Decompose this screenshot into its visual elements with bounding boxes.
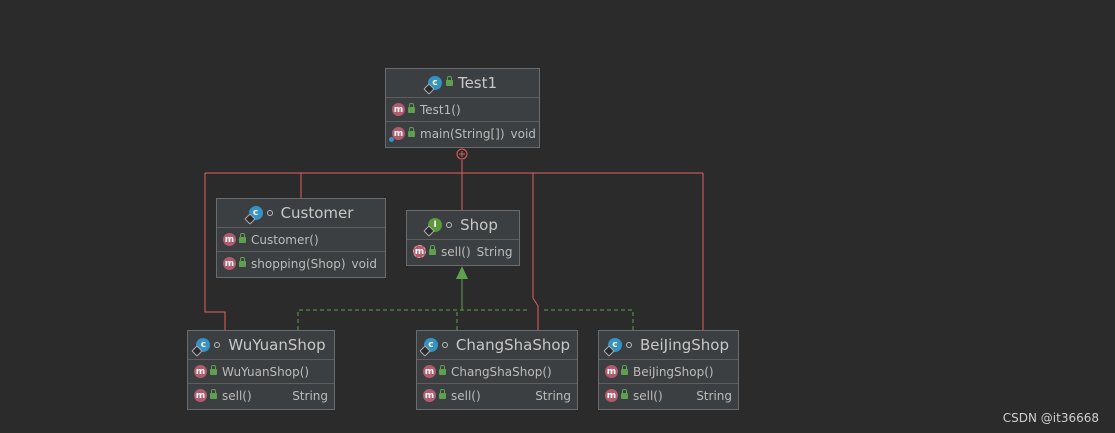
member-row[interactable]: m Test1() xyxy=(386,98,539,122)
public-lock-icon xyxy=(210,364,217,375)
package-visibility-icon xyxy=(441,342,448,348)
class-header-beijingshop: c BeiJingShop xyxy=(599,331,738,360)
public-lock-icon xyxy=(439,388,446,399)
class-box-customer[interactable]: c Customer m Customer() m shopping(Shop)… xyxy=(216,198,386,278)
method-icon: m xyxy=(605,365,618,378)
class-box-changshashop[interactable]: c ChangShaShop m ChangShaShop() m sell()… xyxy=(416,330,578,410)
nested-line-changshashop xyxy=(532,173,539,330)
public-lock-icon xyxy=(408,102,415,113)
public-lock-icon xyxy=(621,364,628,375)
member-type: void xyxy=(351,256,377,271)
implements-lines xyxy=(297,309,634,330)
class-icon: c xyxy=(603,338,622,357)
public-lock-icon xyxy=(429,244,436,255)
member-row[interactable]: m sell() String xyxy=(599,384,738,407)
implements-line-wuyuanshop xyxy=(297,309,457,330)
member-row[interactable]: m ChangShaShop() xyxy=(417,360,577,384)
class-icon: c xyxy=(191,338,211,357)
member-type: String xyxy=(535,388,571,403)
public-lock-icon xyxy=(445,76,453,86)
member-name: Test1() xyxy=(420,102,461,117)
class-header-wuyuanshop: c WuYuanShop xyxy=(188,331,334,360)
method-icon: m xyxy=(423,389,436,402)
class-header-changshashop: c ChangShaShop xyxy=(417,331,577,360)
class-icon: c xyxy=(243,206,263,225)
member-row[interactable]: m main(String[]) void xyxy=(386,122,539,145)
public-lock-icon xyxy=(439,364,446,375)
method-icon: m xyxy=(605,389,618,402)
abstract-method-icon: m xyxy=(413,245,426,258)
member-name: sell() xyxy=(222,388,252,403)
member-row[interactable]: m BeiJingShop() xyxy=(599,360,738,384)
method-icon: m xyxy=(223,233,236,246)
member-type: void xyxy=(510,126,536,141)
member-name: main(String[]) xyxy=(420,126,505,141)
class-box-test1[interactable]: c Test1 m Test1() m main(String[]) void xyxy=(385,68,540,148)
method-icon: m xyxy=(194,365,207,378)
public-lock-icon xyxy=(210,388,217,399)
class-name-test1: Test1 xyxy=(457,74,498,92)
class-header-customer: c Customer xyxy=(217,199,385,228)
member-name: sell() xyxy=(441,244,471,259)
method-icon: m xyxy=(223,257,236,270)
method-icon: m xyxy=(194,389,207,402)
method-icon: m xyxy=(423,365,436,378)
static-method-icon: m xyxy=(389,127,405,142)
class-name-customer: Customer xyxy=(280,204,354,222)
package-visibility-icon xyxy=(214,342,221,348)
class-icon: c xyxy=(423,76,442,95)
member-name: shopping(Shop) xyxy=(251,256,346,271)
class-header-shop: I Shop xyxy=(407,211,519,240)
member-type: String xyxy=(696,388,732,403)
member-type: String xyxy=(292,388,328,403)
interface-icon: I xyxy=(423,218,443,237)
class-box-beijingshop[interactable]: c BeiJingShop m BeiJingShop() m sell() S… xyxy=(598,330,739,410)
implements-line-beijingshop xyxy=(457,309,634,330)
member-name: sell() xyxy=(451,388,481,403)
class-name-beijingshop: BeiJingShop xyxy=(639,336,730,354)
package-visibility-icon xyxy=(625,342,632,348)
member-name: sell() xyxy=(633,388,663,403)
member-row[interactable]: m sell() String xyxy=(407,240,519,263)
class-box-wuyuanshop[interactable]: c WuYuanShop m WuYuanShop() m sell() Str… xyxy=(187,330,335,410)
member-type: String xyxy=(476,244,513,259)
public-lock-icon xyxy=(239,232,246,243)
nested-marker-icon xyxy=(456,148,468,160)
member-row[interactable]: m shopping(Shop) void xyxy=(217,252,385,275)
member-row[interactable]: m WuYuanShop() xyxy=(188,360,334,384)
member-name: Customer() xyxy=(251,232,319,247)
class-name-wuyuanshop: WuYuanShop xyxy=(228,336,326,354)
method-icon: m xyxy=(392,103,405,116)
public-lock-icon xyxy=(621,388,628,399)
class-header-test1: c Test1 xyxy=(386,69,539,98)
member-name: ChangShaShop() xyxy=(451,364,552,379)
class-name-shop: Shop xyxy=(460,216,498,234)
public-lock-icon xyxy=(408,126,415,137)
member-row[interactable]: m sell() String xyxy=(417,384,577,407)
class-icon: c xyxy=(419,338,438,357)
member-row[interactable]: m Customer() xyxy=(217,228,385,252)
member-name: BeiJingShop() xyxy=(633,364,714,379)
public-lock-icon xyxy=(239,256,246,267)
package-visibility-icon xyxy=(446,222,453,228)
watermark-text: CSDN @it36668 xyxy=(1002,411,1099,425)
member-name: WuYuanShop() xyxy=(222,364,310,379)
class-name-changshashop: ChangShaShop xyxy=(455,336,571,354)
package-visibility-icon xyxy=(266,210,273,216)
member-row[interactable]: m sell() String xyxy=(188,384,334,407)
class-box-shop[interactable]: I Shop m sell() String xyxy=(406,210,520,266)
implements-arrowhead xyxy=(456,266,468,279)
